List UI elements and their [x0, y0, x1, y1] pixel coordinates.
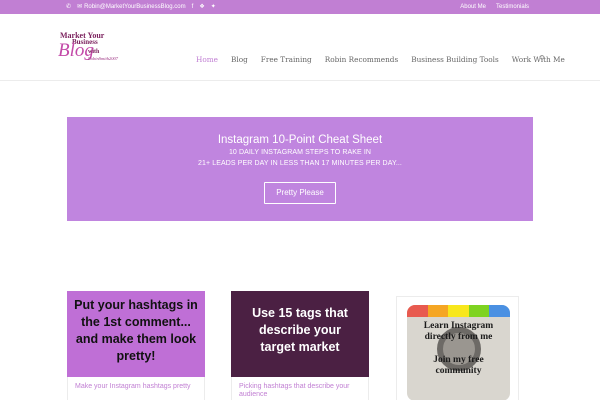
thumbnail-text-line: Put your hashtags in [74, 298, 198, 312]
thumbnail-text-line: and make them look [75, 332, 197, 346]
logo-line-4: with [88, 49, 100, 55]
cheat-sheet-banner: Instagram 10-Point Cheat Sheet 10 DAILY … [67, 117, 533, 221]
top-bar: ✆ ✉ Robin@MarketYourBusinessBlog.com f ❖… [0, 0, 600, 14]
thumbnail-text-line: the 1st comment... [81, 315, 191, 329]
phone-icon[interactable]: ✆ [66, 0, 71, 14]
site-header: Market Your Business Blog with RobinSmit… [0, 14, 600, 81]
email-text: Robin@MarketYourBusinessBlog.com [84, 4, 186, 10]
post-card[interactable]: Use 15 tags that describe your target ma… [231, 291, 369, 400]
post-title-link[interactable]: Make your Instagram hashtags pretty [67, 377, 205, 400]
community-widget[interactable]: Learn Instagram directly from me Join my… [396, 296, 519, 400]
community-text-top: Learn Instagram directly from me [407, 321, 510, 343]
top-link-about-me[interactable]: About Me [460, 4, 486, 10]
main-nav: Home Blog Free Training Robin Recommends… [196, 54, 578, 64]
banner-subtitle-line-1: 10 DAILY INSTAGRAM STEPS TO RAKE IN [228, 149, 372, 156]
thumbnail-text-line: target market [260, 340, 340, 354]
nav-item-home[interactable]: Home [196, 55, 218, 64]
top-bar-contact: ✆ ✉ Robin@MarketYourBusinessBlog.com f ❖… [66, 0, 216, 14]
facebook-icon[interactable]: f [192, 0, 194, 14]
nav-item-robin-recommends[interactable]: Robin Recommends [325, 55, 398, 64]
rainbow-stripe [407, 305, 510, 317]
community-text-line: community [435, 366, 482, 376]
post-title-link[interactable]: Picking hashtags that describe your audi… [231, 377, 369, 400]
rss-icon[interactable]: ✦ [211, 0, 216, 14]
banner-title: Instagram 10-Point Cheat Sheet [217, 134, 383, 146]
top-bar-links: About Me Testimonials [460, 0, 529, 14]
post-thumbnail[interactable]: Put your hashtags in the 1st comment... … [67, 291, 205, 377]
search-icon[interactable]: ⚲ [539, 54, 545, 63]
thumbnail-text: Put your hashtags in the 1st comment... … [67, 297, 205, 365]
logo-line-5: RobinSmith2007 [88, 56, 118, 61]
pretty-please-button[interactable]: Pretty Please [264, 182, 336, 204]
post-card[interactable]: Put your hashtags in the 1st comment... … [67, 291, 205, 400]
instagram-community-image[interactable]: Learn Instagram directly from me Join my… [407, 305, 510, 400]
site-logo[interactable]: Market Your Business Blog with RobinSmit… [58, 32, 140, 66]
nav-item-blog[interactable]: Blog [231, 55, 248, 64]
community-text-line: Learn Instagram [423, 321, 494, 331]
envelope-icon: ✉ [77, 4, 83, 10]
thumbnail-text-line: Use 15 tags that [252, 306, 348, 320]
banner-subtitle-line-2: 21+ LEADS PER DAY IN LESS THAN 17 MINUTE… [198, 160, 402, 167]
top-link-testimonials[interactable]: Testimonials [496, 4, 529, 10]
nav-item-business-building-tools[interactable]: Business Building Tools [411, 55, 499, 64]
thumbnail-text-line: pretty! [116, 349, 156, 363]
community-text-line: Join my free [433, 355, 484, 365]
nav-item-free-training[interactable]: Free Training [261, 55, 312, 64]
community-text-line: directly from me [424, 332, 493, 342]
thumbnail-text: Use 15 tags that describe your target ma… [231, 305, 369, 356]
twitter-icon[interactable]: ❖ [199, 0, 204, 14]
email-link[interactable]: ✉ Robin@MarketYourBusinessBlog.com [77, 0, 186, 14]
post-thumbnail[interactable]: Use 15 tags that describe your target ma… [231, 291, 369, 377]
thumbnail-text-line: describe your [259, 323, 341, 337]
community-text-bottom: Join my free community [407, 355, 510, 377]
